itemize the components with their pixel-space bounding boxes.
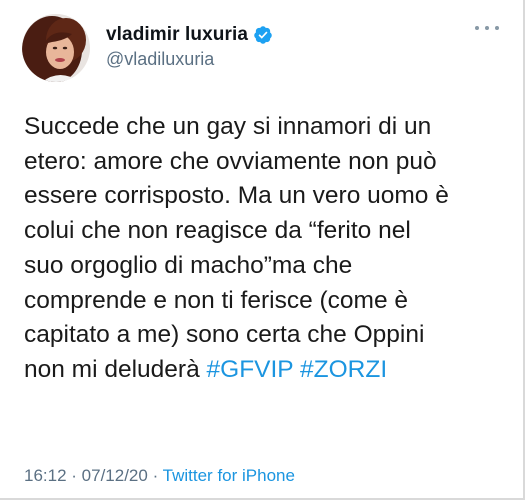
hashtag-link[interactable]: #GFVIP [207,356,294,383]
more-options-icon[interactable] [475,22,499,34]
tweet-source-link[interactable]: Twitter for iPhone [163,466,295,485]
more-dot [475,26,479,30]
display-name[interactable]: vladimir luxuria [106,24,248,46]
verified-badge-icon [253,25,273,45]
author-name-row[interactable]: vladimir luxuria [106,22,273,48]
more-dot [485,26,489,30]
tweet-card: vladimir luxuria @vladiluxuria Succede c… [0,0,525,500]
tweet-meta: 16:12 · 07/12/20 · Twitter for iPhone [24,466,295,486]
profile-photo-icon [22,14,90,82]
tweet-time[interactable]: 16:12 [24,466,67,485]
tweet-text: Succede che un gay si innamori di un ete… [24,110,514,388]
more-dot [495,26,499,30]
hashtag-link[interactable]: #ZORZI [300,356,387,383]
tweet-body: Succede che un gay si innamori di un ete… [24,113,449,383]
avatar[interactable] [22,14,90,82]
meta-separator: · [66,466,82,485]
tweet-date[interactable]: 07/12/20 [82,466,148,485]
user-handle[interactable]: @vladiluxuria [106,49,214,70]
meta-separator: · [147,466,163,485]
